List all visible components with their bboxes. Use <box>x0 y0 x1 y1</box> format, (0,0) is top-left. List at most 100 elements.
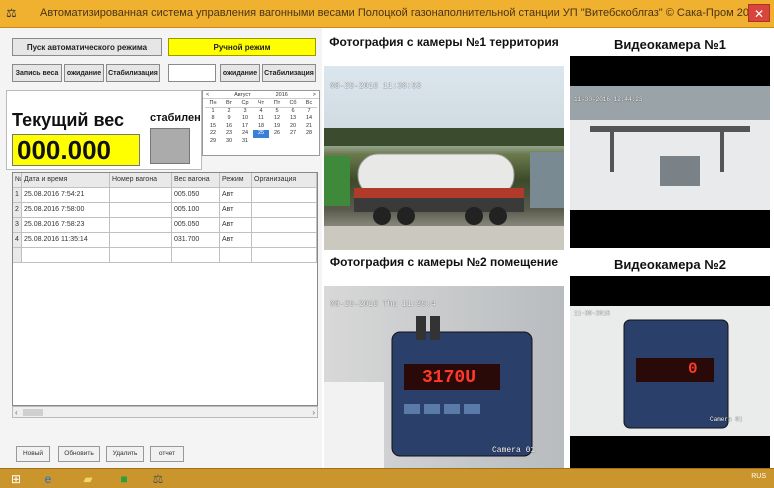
calendar-day[interactable]: 31 <box>237 138 253 146</box>
calendar-prev-button[interactable]: < <box>206 91 209 98</box>
calendar-weekday: Чт <box>253 100 269 108</box>
table-cell[interactable]: Авт <box>220 203 252 217</box>
col-organization[interactable]: Организация <box>252 173 317 187</box>
table-cell[interactable] <box>22 248 110 262</box>
scroll-left-icon[interactable]: ‹ <box>15 408 18 417</box>
calendar-next-button[interactable]: > <box>313 91 316 98</box>
calendar-day[interactable]: 20 <box>285 123 301 131</box>
calendar-day[interactable]: 16 <box>221 123 237 131</box>
calendar-day[interactable]: 4 <box>253 108 269 116</box>
record-weight-button[interactable]: Запись веса <box>12 64 62 82</box>
calendar-day[interactable]: 30 <box>221 138 237 146</box>
calendar-day[interactable]: 23 <box>221 130 237 138</box>
calendar-day[interactable]: 2 <box>221 108 237 116</box>
table-cell[interactable]: 3 <box>13 218 22 232</box>
calendar-day[interactable]: 8 <box>205 115 221 123</box>
table-cell[interactable] <box>110 218 172 232</box>
report-button[interactable]: отчет <box>150 446 184 462</box>
table-cell[interactable] <box>110 233 172 247</box>
calendar-day[interactable]: 5 <box>269 108 285 116</box>
table-cell[interactable]: Авт <box>220 218 252 232</box>
table-cell[interactable] <box>252 233 317 247</box>
col-number[interactable]: № <box>13 173 22 187</box>
refresh-button[interactable]: Обновить <box>58 446 100 462</box>
calendar[interactable]: < Август 2016 > Пн Вт Ср Чт Пт Сб Вс 1 2 3 4 5 6 7 8 9 1… <box>202 90 320 156</box>
table-cell[interactable] <box>220 248 252 262</box>
table-cell[interactable] <box>252 188 317 202</box>
close-button[interactable]: ✕ <box>748 4 770 22</box>
calendar-day[interactable]: 6 <box>285 108 301 116</box>
language-indicator[interactable]: RUS <box>751 473 766 480</box>
table-row-new[interactable] <box>13 248 317 263</box>
calendar-day[interactable]: 9 <box>221 115 237 123</box>
calendar-day[interactable]: 10 <box>237 115 253 123</box>
calendar-year[interactable]: 2016 <box>276 91 288 98</box>
table-cell[interactable]: Авт <box>220 233 252 247</box>
calendar-day[interactable]: 17 <box>237 123 253 131</box>
browser-icon[interactable]: e <box>40 471 56 487</box>
scale-app-taskbar-icon[interactable]: ⚖ <box>150 471 166 487</box>
calendar-day[interactable]: 15 <box>205 123 221 131</box>
new-button[interactable]: Новый <box>16 446 50 462</box>
calendar-day[interactable]: 24 <box>237 130 253 138</box>
col-wagon-number[interactable]: Номер вагона <box>110 173 172 187</box>
table-row[interactable]: 2 25.08.2016 7:58:00 005.100 Авт <box>13 203 317 218</box>
table-cell[interactable]: 031.700 <box>172 233 220 247</box>
table-cell[interactable]: 2 <box>13 203 22 217</box>
scroll-right-icon[interactable]: › <box>312 408 315 417</box>
calendar-day[interactable]: 25 <box>253 130 269 138</box>
table-cell[interactable] <box>110 188 172 202</box>
table-cell[interactable]: 005.100 <box>172 203 220 217</box>
calendar-day[interactable]: 7 <box>301 108 317 116</box>
folder-icon[interactable]: ▰ <box>80 471 96 487</box>
table-cell[interactable]: 25.08.2016 7:58:23 <box>22 218 110 232</box>
calendar-day[interactable]: 1 <box>205 108 221 116</box>
table-row[interactable]: 3 25.08.2016 7:58:23 005.050 Авт <box>13 218 317 233</box>
table-cell[interactable]: 25.08.2016 11:35:14 <box>22 233 110 247</box>
table-cell[interactable] <box>252 203 317 217</box>
table-horizontal-scrollbar[interactable]: ‹ › <box>12 406 318 418</box>
calendar-grid: Пн Вт Ср Чт Пт Сб Вс 1 2 3 4 5 6 7 8 9 10 11 12 13 14 15 16 17 1… <box>203 99 319 146</box>
calendar-day[interactable]: 13 <box>285 115 301 123</box>
table-cell[interactable] <box>110 203 172 217</box>
calendar-day[interactable]: 29 <box>205 138 221 146</box>
calendar-day[interactable]: 18 <box>253 123 269 131</box>
scroll-thumb[interactable] <box>23 409 43 416</box>
windows-start-icon[interactable]: ⊞ <box>8 471 24 487</box>
table-cell[interactable]: 005.050 <box>172 218 220 232</box>
app-green-icon[interactable]: ■ <box>116 471 132 487</box>
manual-weight-field[interactable] <box>168 64 216 82</box>
calendar-day[interactable]: 11 <box>253 115 269 123</box>
calendar-day[interactable]: 21 <box>301 123 317 131</box>
calendar-day[interactable]: 19 <box>269 123 285 131</box>
calendar-day[interactable]: 3 <box>237 108 253 116</box>
calendar-day[interactable]: 22 <box>205 130 221 138</box>
table-row[interactable]: 4 25.08.2016 11:35:14 031.700 Авт <box>13 233 317 248</box>
col-wagon-weight[interactable]: Вес вагона <box>172 173 220 187</box>
table-cell[interactable] <box>172 248 220 262</box>
table-cell[interactable]: 005.050 <box>172 188 220 202</box>
photo2-camera-label: Camera 01 <box>492 446 536 455</box>
calendar-day[interactable]: 14 <box>301 115 317 123</box>
start-auto-button[interactable]: Пуск автоматического режима <box>12 38 162 56</box>
col-datetime[interactable]: Дата и время <box>22 173 110 187</box>
table-cell[interactable]: 1 <box>13 188 22 202</box>
table-cell[interactable]: Авт <box>220 188 252 202</box>
calendar-day[interactable]: 27 <box>285 130 301 138</box>
col-mode[interactable]: Режим <box>220 173 252 187</box>
table-cell[interactable]: 25.08.2016 7:54:21 <box>22 188 110 202</box>
calendar-day[interactable]: 28 <box>301 130 317 138</box>
wait-indicator-2: ожидание <box>220 64 260 82</box>
table-cell[interactable] <box>252 248 317 262</box>
calendar-month[interactable]: Август <box>234 91 251 98</box>
table-cell[interactable]: 25.08.2016 7:58:00 <box>22 203 110 217</box>
table-cell[interactable] <box>252 218 317 232</box>
calendar-day[interactable]: 26 <box>269 130 285 138</box>
weighing-table[interactable]: № Дата и время Номер вагона Вес вагона Р… <box>12 172 318 406</box>
manual-mode-button[interactable]: Ручной режим <box>168 38 316 56</box>
table-row[interactable]: 1 25.08.2016 7:54:21 005.050 Авт <box>13 188 317 203</box>
calendar-day[interactable]: 12 <box>269 115 285 123</box>
table-cell[interactable]: 4 <box>13 233 22 247</box>
delete-button[interactable]: Удалить <box>106 446 144 462</box>
table-cell[interactable] <box>110 248 172 262</box>
